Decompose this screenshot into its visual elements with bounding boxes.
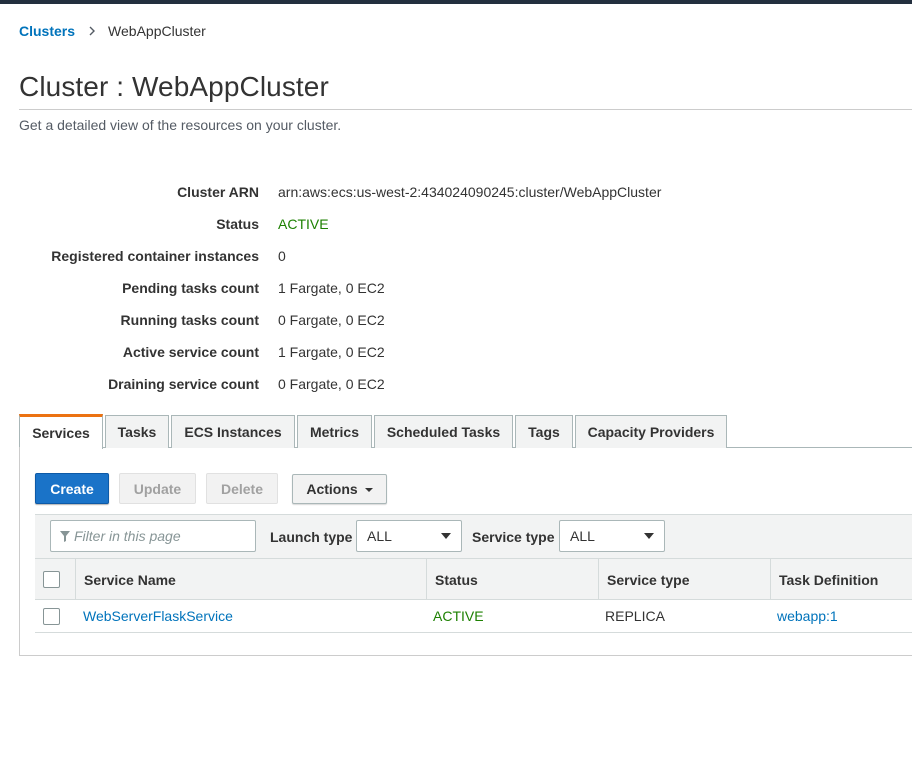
detail-value: arn:aws:ecs:us-west-2:434024090245:clust… — [278, 184, 662, 200]
update-button[interactable]: Update — [119, 473, 196, 504]
detail-label: Registered container instances — [51, 248, 259, 264]
task-definition-cell: webapp:1 — [777, 600, 838, 632]
breadcrumb: Clusters WebAppCluster — [19, 22, 206, 40]
launch-type-label: Launch type — [270, 529, 353, 545]
detail-row-pending-tasks: Pending tasks count 1 Fargate, 0 EC2 — [0, 280, 912, 300]
tab-scheduled-tasks[interactable]: Scheduled Tasks — [374, 415, 513, 448]
detail-label: Active service count — [122, 344, 259, 360]
service-type-select[interactable]: ALL — [559, 520, 665, 552]
launch-type-value: ALL — [367, 528, 392, 544]
service-name-link[interactable]: WebServerFlaskService — [83, 608, 233, 624]
tab-capacity-providers[interactable]: Capacity Providers — [575, 415, 727, 448]
caret-down-icon — [364, 488, 373, 492]
detail-value: 0 Fargate, 0 EC2 — [278, 376, 385, 392]
task-definition-link[interactable]: webapp:1 — [777, 608, 838, 624]
table-row: WebServerFlaskService ACTIVE REPLICA web… — [35, 600, 912, 633]
chevron-right-icon — [89, 26, 96, 36]
detail-row-registered-instances: Registered container instances 0 — [0, 248, 912, 268]
select-all-cell — [35, 559, 76, 600]
table-header: Service Name Status Service type Task De… — [35, 559, 912, 600]
detail-value: 1 Fargate, 0 EC2 — [278, 344, 385, 360]
service-type-value: ALL — [570, 528, 595, 544]
detail-label: Running tasks count — [120, 312, 259, 328]
dropdown-arrow-icon — [644, 533, 654, 539]
page-title: Cluster : WebAppCluster — [19, 71, 329, 102]
column-header-service-name[interactable]: Service Name — [76, 559, 427, 600]
breadcrumb-clusters-link[interactable]: Clusters — [19, 23, 75, 39]
service-type-label: Service type — [472, 529, 555, 545]
column-header-service-type[interactable]: Service type — [599, 559, 771, 600]
launch-type-select[interactable]: ALL — [356, 520, 462, 552]
dropdown-arrow-icon — [441, 533, 451, 539]
detail-row-status: Status ACTIVE — [0, 216, 912, 236]
top-navigation-bar — [0, 0, 912, 4]
tab-metrics[interactable]: Metrics — [297, 415, 372, 448]
detail-value: 0 — [278, 248, 286, 264]
detail-label: Status — [216, 216, 259, 232]
detail-row-cluster-arn: Cluster ARN arn:aws:ecs:us-west-2:434024… — [0, 184, 912, 204]
detail-row-active-services: Active service count 1 Fargate, 0 EC2 — [0, 344, 912, 364]
tab-services[interactable]: Services — [19, 414, 103, 449]
filter-input[interactable] — [74, 528, 244, 544]
detail-label: Draining service count — [108, 376, 259, 392]
breadcrumb-current: WebAppCluster — [108, 23, 206, 39]
tab-ecs-instances[interactable]: ECS Instances — [171, 415, 295, 448]
title-divider — [19, 109, 912, 110]
actions-dropdown-button[interactable]: Actions — [292, 474, 387, 504]
filter-funnel-icon — [60, 530, 70, 542]
detail-row-draining-services: Draining service count 0 Fargate, 0 EC2 — [0, 376, 912, 396]
row-checkbox[interactable] — [43, 607, 60, 625]
actions-label: Actions — [306, 481, 358, 497]
row-select-cell — [43, 600, 60, 632]
filter-search-box[interactable] — [50, 520, 256, 552]
select-all-checkbox[interactable] — [43, 571, 60, 588]
detail-value: 1 Fargate, 0 EC2 — [278, 280, 385, 296]
create-button[interactable]: Create — [35, 473, 109, 504]
column-header-status[interactable]: Status — [427, 559, 599, 600]
column-header-task-definition[interactable]: Task Definition — [771, 559, 912, 600]
delete-button[interactable]: Delete — [206, 473, 278, 504]
tab-tags[interactable]: Tags — [515, 415, 573, 448]
detail-value: 0 Fargate, 0 EC2 — [278, 312, 385, 328]
page-description: Get a detailed view of the resources on … — [19, 117, 342, 133]
status-value: ACTIVE — [278, 216, 329, 232]
detail-label: Pending tasks count — [122, 280, 259, 296]
service-status-cell: ACTIVE — [433, 608, 484, 624]
service-name-cell: WebServerFlaskService — [83, 600, 233, 632]
detail-label: Cluster ARN — [177, 184, 259, 200]
tab-tasks[interactable]: Tasks — [105, 415, 169, 448]
detail-row-running-tasks: Running tasks count 0 Fargate, 0 EC2 — [0, 312, 912, 332]
service-type-cell: REPLICA — [605, 608, 665, 624]
cluster-tabs: Services Tasks ECS Instances Metrics Sch… — [19, 414, 912, 449]
